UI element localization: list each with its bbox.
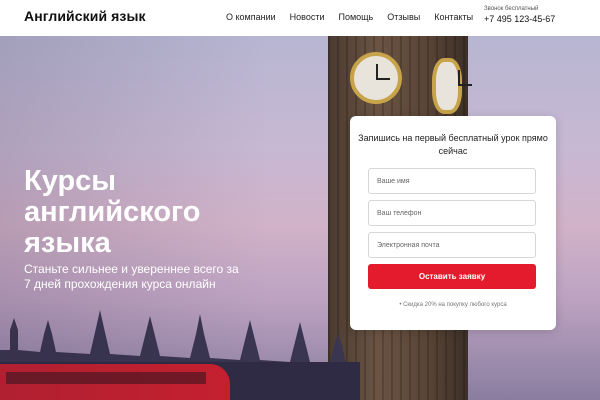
nav-item-contacts[interactable]: Контакты [434,12,473,22]
name-input[interactable] [368,168,536,194]
site-header: Английский язык О компании Новости Помощ… [0,0,600,36]
contact-phone[interactable]: +7 495 123-45-67 [484,14,555,24]
nav-item-reviews[interactable]: Отзывы [387,12,420,22]
submit-button[interactable]: Оставить заявку [368,264,536,289]
main-nav: О компании Новости Помощь Отзывы Контакт… [226,12,473,22]
phone-input[interactable] [368,200,536,226]
hero-subtitle: Станьте сильнее и увереннее всего за 7 д… [24,262,239,291]
nav-item-about[interactable]: О компании [226,12,276,22]
signup-form: Запишись на первый бесплатный урок прямо… [350,116,556,330]
form-title: Запишись на первый бесплатный урок прямо… [358,133,548,156]
email-input[interactable] [368,232,536,258]
nav-item-help[interactable]: Помощь [338,12,373,22]
nav-item-news[interactable]: Новости [290,12,325,22]
hero-title: Курсы английского языка [24,165,201,259]
discount-note: • Скидка 20% на покупку любого курса [399,302,507,308]
header-contact: Звонок бесплатный +7 495 123-45-67 [484,6,555,24]
contact-label: Звонок бесплатный [484,6,539,12]
site-logo[interactable]: Английский язык [24,8,146,24]
